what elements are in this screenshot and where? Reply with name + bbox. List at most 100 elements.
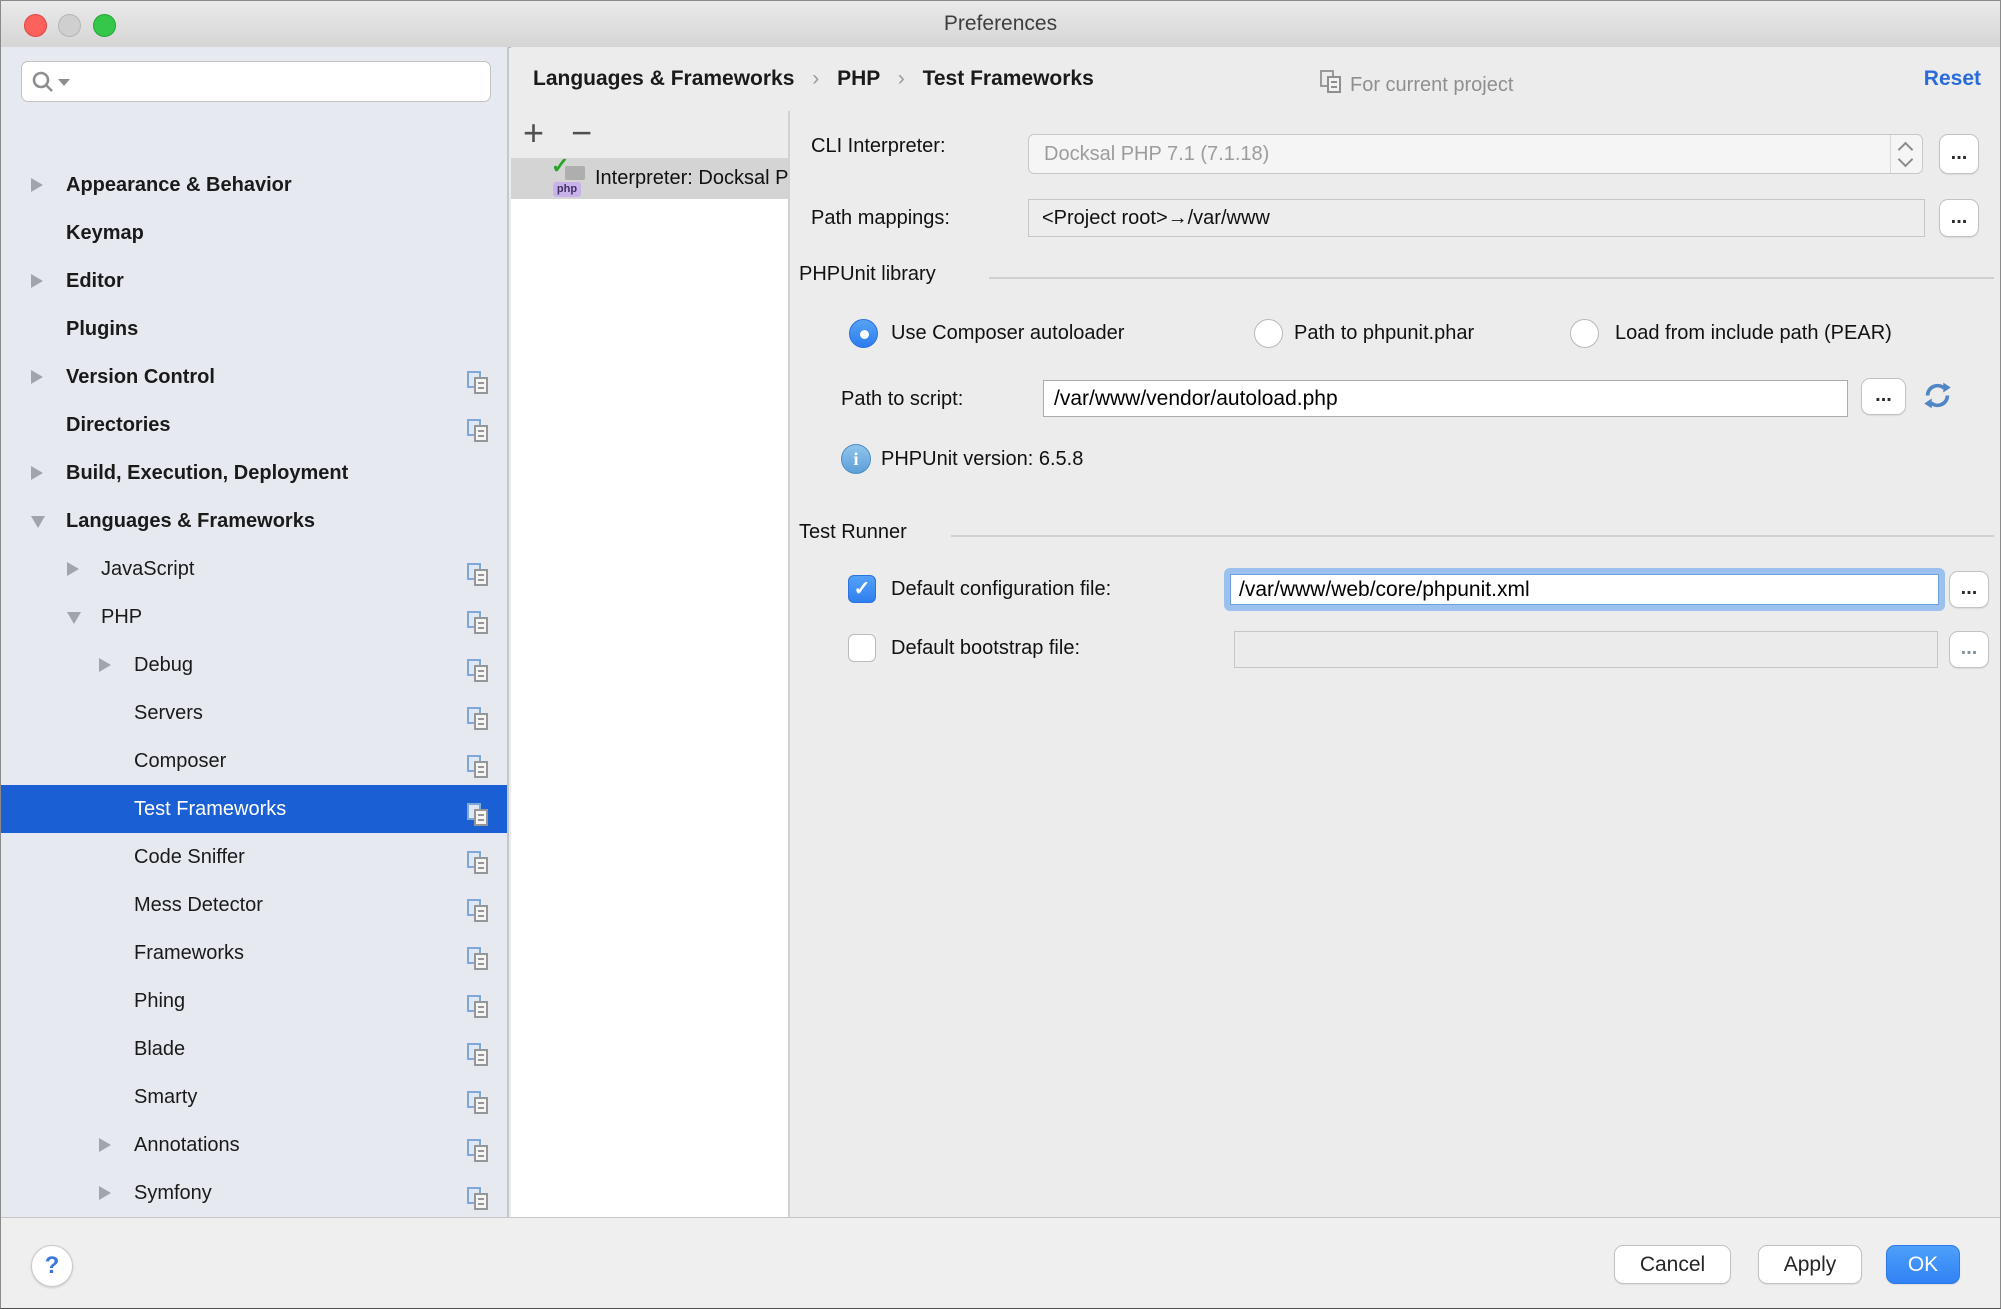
default-configuration-file-browse-button[interactable]: ... — [1949, 571, 1989, 608]
sidebar-item-label: Appearance & Behavior — [66, 161, 292, 209]
test-frameworks-form: CLI Interpreter: Docksal PHP 7.1 (7.1.18… — [790, 111, 2000, 1217]
chevron-right-icon[interactable] — [31, 370, 43, 384]
ok-button[interactable]: OK — [1886, 1245, 1960, 1284]
default-configuration-file-input[interactable]: /var/www/web/core/phpunit.xml — [1224, 568, 1945, 611]
interpreter-list-item[interactable]: ✓ php Interpreter: Docksal PHP 7.1 — [511, 158, 788, 199]
sidebar-item-label: Smarty — [134, 1073, 197, 1121]
stepper-icon[interactable] — [1890, 135, 1922, 173]
radio-path-to-phpunit-phar-label[interactable]: Path to phpunit.phar — [1294, 322, 1474, 345]
sidebar-item-test-frameworks[interactable]: Test Frameworks — [1, 785, 507, 833]
sidebar-item-composer[interactable]: Composer — [1, 737, 507, 785]
cli-interpreter-select[interactable]: Docksal PHP 7.1 (7.1.18) — [1028, 134, 1923, 174]
scope-note: For current project — [1320, 67, 1513, 91]
sidebar-item-label: Blade — [134, 1025, 185, 1073]
path-to-script-input[interactable]: /var/www/vendor/autoload.php — [1043, 380, 1848, 417]
preferences-window: Preferences Appearance & BehaviorKeymapE… — [0, 0, 2001, 1309]
path-mappings-label: Path mappings: — [811, 207, 950, 230]
settings-header: Languages & Frameworks › PHP › Test Fram… — [511, 47, 2000, 111]
sidebar-item-directories[interactable]: Directories — [1, 401, 507, 449]
sidebar-item-smarty[interactable]: Smarty — [1, 1073, 507, 1121]
chevron-right-icon[interactable] — [99, 1138, 111, 1152]
sidebar-item-javascript[interactable]: JavaScript — [1, 545, 507, 593]
path-mappings-browse-button[interactable]: ... — [1939, 199, 1979, 237]
sidebar-item-symfony[interactable]: Symfony — [1, 1169, 507, 1217]
cancel-button[interactable]: Cancel — [1614, 1245, 1731, 1284]
sidebar-item-label: Languages & Frameworks — [66, 497, 315, 545]
project-scope-icon — [467, 893, 489, 917]
breadcrumb-languages-frameworks[interactable]: Languages & Frameworks — [533, 67, 794, 90]
apply-button[interactable]: Apply — [1758, 1245, 1862, 1284]
sidebar-item-languages-frameworks[interactable]: Languages & Frameworks — [1, 497, 507, 545]
chevron-right-icon[interactable] — [31, 274, 43, 288]
sidebar-item-plugins[interactable]: Plugins — [1, 305, 507, 353]
path-mappings-field: <Project root>→/var/www — [1028, 199, 1925, 237]
phpunit-version-note: PHPUnit version: 6.5.8 — [881, 448, 1083, 471]
help-button[interactable]: ? — [31, 1245, 73, 1287]
default-bootstrap-file-checkbox[interactable] — [848, 634, 876, 662]
sidebar: Appearance & BehaviorKeymapEditorPlugins… — [1, 47, 509, 1219]
remove-interpreter-button[interactable]: − — [571, 111, 592, 158]
php-interpreter-icon: ✓ php — [553, 161, 587, 197]
sidebar-item-label: Mess Detector — [134, 881, 263, 929]
sidebar-item-debug[interactable]: Debug — [1, 641, 507, 689]
sidebar-item-blade[interactable]: Blade — [1, 1025, 507, 1073]
section-divider — [951, 535, 1994, 537]
sidebar-item-frameworks[interactable]: Frameworks — [1, 929, 507, 977]
cli-interpreter-label: CLI Interpreter: — [811, 135, 946, 158]
default-configuration-file-label[interactable]: Default configuration file: — [891, 578, 1111, 601]
breadcrumb-php[interactable]: PHP — [837, 67, 880, 90]
reset-link[interactable]: Reset — [1924, 47, 1981, 111]
sidebar-tree: Appearance & BehaviorKeymapEditorPlugins… — [1, 47, 507, 1219]
project-scope-icon — [467, 701, 489, 725]
default-bootstrap-file-browse-button[interactable]: ... — [1949, 631, 1989, 668]
cli-interpreter-browse-button[interactable]: ... — [1939, 134, 1979, 174]
titlebar: Preferences — [1, 1, 2000, 48]
chevron-right-icon[interactable] — [99, 658, 111, 672]
section-divider — [989, 277, 1994, 279]
path-to-script-browse-button[interactable]: ... — [1861, 378, 1906, 415]
window-title: Preferences — [1, 1, 2000, 47]
sidebar-item-servers[interactable]: Servers — [1, 689, 507, 737]
interpreter-item-label: Interpreter: Docksal PHP 7.1 — [595, 158, 788, 199]
chevron-right-icon[interactable] — [31, 466, 43, 480]
breadcrumb-test-frameworks[interactable]: Test Frameworks — [923, 67, 1094, 90]
sidebar-item-build-execution-deployment[interactable]: Build, Execution, Deployment — [1, 449, 507, 497]
sidebar-item-version-control[interactable]: Version Control — [1, 353, 507, 401]
chevron-right-icon[interactable] — [99, 1186, 111, 1200]
chevron-down-icon[interactable] — [31, 516, 45, 528]
chevron-right-icon[interactable] — [67, 562, 79, 576]
interpreter-toolbar: + − — [511, 111, 788, 158]
path-mappings-value: <Project root>→/var/www — [1042, 200, 1270, 236]
radio-load-from-include-path[interactable] — [1570, 319, 1599, 348]
chevron-right-icon[interactable] — [31, 178, 43, 192]
sidebar-item-label: Frameworks — [134, 929, 244, 977]
project-scope-icon — [467, 1181, 489, 1205]
default-bootstrap-file-input[interactable] — [1234, 631, 1938, 668]
sidebar-item-php[interactable]: PHP — [1, 593, 507, 641]
reload-phpunit-version-icon[interactable] — [1921, 379, 1954, 412]
radio-use-composer-autoloader-label[interactable]: Use Composer autoloader — [891, 322, 1124, 345]
radio-use-composer-autoloader[interactable] — [849, 319, 878, 348]
sidebar-item-label: Code Sniffer — [134, 833, 245, 881]
project-scope-icon — [467, 845, 489, 869]
project-scope-icon — [467, 605, 489, 629]
sidebar-item-label: Test Frameworks — [134, 785, 286, 833]
sidebar-item-phing[interactable]: Phing — [1, 977, 507, 1025]
chevron-down-icon[interactable] — [67, 612, 81, 624]
radio-load-from-include-path-label[interactable]: Load from include path (PEAR) — [1615, 322, 1892, 345]
sidebar-item-label: Build, Execution, Deployment — [66, 449, 348, 497]
sidebar-item-annotations[interactable]: Annotations — [1, 1121, 507, 1169]
sidebar-item-editor[interactable]: Editor — [1, 257, 507, 305]
add-interpreter-button[interactable]: + — [523, 111, 544, 158]
radio-path-to-phpunit-phar[interactable] — [1254, 319, 1283, 348]
sidebar-item-mess-detector[interactable]: Mess Detector — [1, 881, 507, 929]
default-configuration-file-checkbox[interactable]: ✓ — [848, 575, 876, 603]
project-scope-icon — [467, 557, 489, 581]
sidebar-item-code-sniffer[interactable]: Code Sniffer — [1, 833, 507, 881]
sidebar-item-appearance-behavior[interactable]: Appearance & Behavior — [1, 161, 507, 209]
sidebar-item-label: Composer — [134, 737, 226, 785]
default-bootstrap-file-label[interactable]: Default bootstrap file: — [891, 637, 1080, 660]
sidebar-item-label: Keymap — [66, 209, 144, 257]
sidebar-item-keymap[interactable]: Keymap — [1, 209, 507, 257]
sidebar-item-label: Editor — [66, 257, 124, 305]
